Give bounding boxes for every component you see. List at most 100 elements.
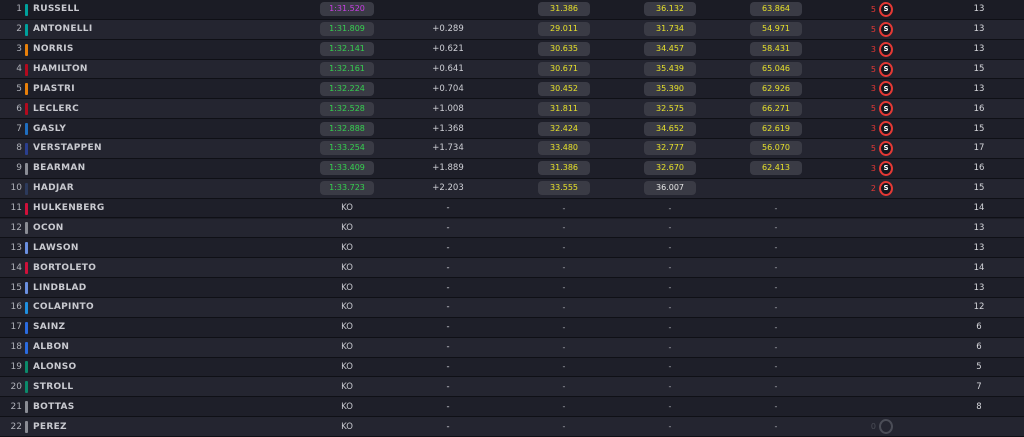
laps-count: 17 (973, 143, 985, 154)
driver-row[interactable]: 14 BORTOLETO KO - - - - 14 (0, 258, 1024, 279)
driver-row[interactable]: 3 NORRIS 1:32.141 +0.621 30.635 34.457 58.431 3… (0, 39, 1024, 60)
best-lap-cell: 1:32.161 (320, 60, 374, 79)
driver-row[interactable]: 17 SAINZ KO - - - - 6 (0, 317, 1024, 338)
tyre-soft-icon: S (879, 160, 893, 176)
tyre-cell: S (879, 179, 893, 198)
tyre-cell: S (879, 20, 893, 39)
sector-3-cell: 65.046 (750, 60, 802, 79)
driver-name: GASLY (33, 123, 67, 134)
best-lap-time: 1:33.723 (320, 181, 374, 196)
sector-1-empty: - (562, 223, 566, 233)
team-color-bar (25, 381, 28, 394)
best-lap-time: 1:32.224 (320, 81, 374, 96)
best-lap-cell: KO (320, 338, 374, 357)
pit-stops (862, 258, 876, 277)
sector-1-cell: - (538, 358, 590, 377)
sector-3-cell (750, 179, 802, 198)
best-lap-time: 1:32.888 (320, 121, 374, 136)
sector-2-time: 32.670 (644, 161, 696, 176)
sector-3-time: 62.619 (750, 121, 802, 136)
driver-name: LAWSON (33, 242, 79, 253)
pit-stops (862, 397, 876, 416)
driver-name: PEREZ (33, 421, 67, 432)
team-color-bar (25, 401, 28, 414)
driver-row[interactable]: 11 HULKENBERG KO - - - - 14 (0, 198, 1024, 219)
sector-2-cell: 32.575 (644, 99, 696, 118)
tyre-soft-icon: S (879, 81, 893, 97)
timing-table: 1 RUSSELL 1:31.520 31.386 36.132 63.864 5 S 13 2 A… (0, 0, 1024, 437)
sector-3-empty: - (774, 382, 778, 392)
sector-2-empty: - (668, 243, 672, 253)
driver-row[interactable]: 13 LAWSON KO - - - - 13 (0, 238, 1024, 259)
position: 12 (10, 222, 22, 233)
gap-to-leader: - (446, 342, 450, 353)
laps-count: 6 (976, 342, 982, 353)
sector-3-cell: - (750, 318, 802, 337)
pit-stops (862, 338, 876, 357)
driver-row[interactable]: 15 LINDBLAD KO - - - - 13 (0, 278, 1024, 298)
sector-2-empty: - (668, 263, 672, 273)
driver-row[interactable]: 2 ANTONELLI 1:31.809 +0.289 29.011 31.734 54.9… (0, 19, 1024, 40)
tyre-cell (879, 258, 893, 277)
knocked-out-label: KO (341, 282, 353, 293)
driver-row[interactable]: 18 ALBON KO - - - - 6 (0, 337, 1024, 358)
sector-3-cell: - (750, 358, 802, 377)
position: 3 (16, 44, 22, 55)
tyre-cell (879, 358, 893, 377)
sector-2-cell: 36.007 (644, 179, 696, 198)
pit-stops (862, 377, 876, 396)
sector-1-cell: 30.452 (538, 79, 590, 98)
sector-3-empty: - (774, 283, 778, 292)
position: 20 (10, 381, 22, 392)
knocked-out-label: KO (341, 203, 353, 214)
sector-1-cell: - (538, 318, 590, 337)
gap-to-leader: - (446, 282, 450, 293)
tyre-cell: S (879, 79, 893, 98)
position: 5 (16, 83, 22, 94)
sector-3-empty: - (774, 203, 778, 213)
sector-2-cell: 34.652 (644, 119, 696, 138)
tyre-cell: S (879, 119, 893, 138)
gap-to-leader: +0.641 (432, 64, 464, 74)
knocked-out-label: KO (341, 322, 353, 333)
driver-row[interactable]: 8 VERSTAPPEN 1:33.254 +1.734 33.480 32.777 56.… (0, 139, 1024, 159)
tyre-cell: S (879, 159, 893, 178)
sector-2-cell: 35.439 (644, 60, 696, 79)
knocked-out-label: KO (341, 222, 353, 233)
sector-1-cell: - (538, 199, 590, 218)
pit-stops: 3 (870, 163, 876, 173)
pit-stops (862, 199, 876, 218)
sector-3-empty: - (774, 243, 778, 253)
best-lap-cell: 1:31.520 (320, 0, 374, 19)
driver-row[interactable]: 7 GASLY 1:32.888 +1.368 32.424 34.652 62.619 3 S… (0, 119, 1024, 140)
sector-2-empty: - (668, 382, 672, 392)
sector-1-time: 29.011 (538, 22, 590, 37)
driver-name: NORRIS (33, 44, 74, 55)
knocked-out-label: KO (341, 361, 353, 372)
driver-row[interactable]: 19 ALONSO KO - - - - 5 (0, 357, 1024, 378)
driver-row[interactable]: 21 BOTTAS KO - - - - 8 (0, 397, 1024, 418)
gap-to-leader: +2.203 (432, 183, 464, 194)
driver-row[interactable]: 12 OCON KO - - - - 13 (0, 218, 1024, 239)
driver-row[interactable]: 5 PIASTRI 1:32.224 +0.704 30.452 35.390 62.926… (0, 79, 1024, 100)
driver-row[interactable]: 9 BEARMAN 1:33.409 +1.889 31.386 32.670 62.413… (0, 158, 1024, 179)
driver-row[interactable]: 4 HAMILTON 1:32.161 +0.641 30.671 35.439 65.04… (0, 59, 1024, 80)
pit-stops (862, 278, 876, 297)
sector-1-time: 31.811 (538, 101, 590, 116)
driver-row[interactable]: 6 LECLERC 1:32.528 +1.008 31.811 32.575 66.271… (0, 99, 1024, 120)
driver-row[interactable]: 20 STROLL KO - - - - 7 (0, 377, 1024, 398)
sector-3-cell: - (750, 219, 802, 238)
sector-3-empty: - (774, 342, 778, 352)
gap-to-leader: +0.289 (432, 24, 464, 35)
best-lap-cell: 1:33.254 (320, 139, 374, 158)
team-color-bar (25, 321, 28, 334)
gap-to-leader: +1.734 (432, 143, 464, 154)
driver-row[interactable]: 10 HADJAR 1:33.723 +2.203 33.555 36.007 2 S 15 (0, 178, 1024, 199)
driver-row[interactable]: 1 RUSSELL 1:31.520 31.386 36.132 63.864 5 S 13 (0, 0, 1024, 20)
sector-1-time: 32.424 (538, 121, 590, 136)
position: 6 (16, 103, 22, 114)
position: 4 (16, 64, 22, 74)
driver-row[interactable]: 16 COLAPINTO KO - - - - 12 (0, 297, 1024, 318)
best-lap-cell: 1:32.141 (320, 40, 374, 59)
driver-row[interactable]: 22 PEREZ KO - - - - 0 (0, 417, 1024, 437)
